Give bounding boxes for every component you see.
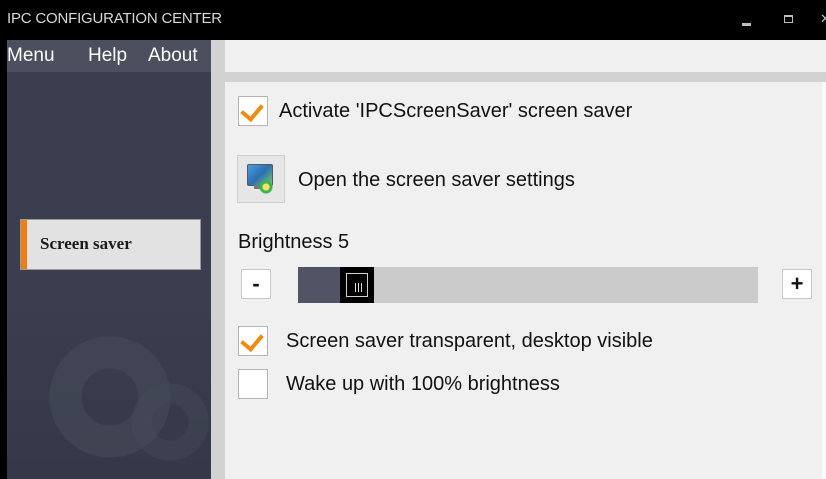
transparent-label: Screen saver transparent, desktop visibl…: [286, 330, 653, 352]
window-left-edge: [0, 40, 7, 479]
close-icon: ✕: [820, 11, 826, 26]
sidebar: [0, 72, 211, 479]
menu-item-help[interactable]: Help: [88, 45, 127, 67]
brightness-slider[interactable]: [298, 267, 758, 303]
panel-divider: [211, 40, 225, 479]
minimize-icon: [742, 23, 751, 26]
checkmark-icon: [240, 97, 264, 123]
close-button[interactable]: ✕: [818, 8, 826, 30]
open-settings-label[interactable]: Open the screen saver settings: [298, 169, 575, 192]
sidebar-item-screen-saver[interactable]: Screen saver: [20, 219, 201, 270]
transparent-checkbox[interactable]: [238, 326, 268, 356]
sidebar-item-label: Screen saver: [40, 234, 132, 253]
brightness-decrease-button[interactable]: -: [241, 269, 271, 299]
activate-screensaver-checkbox[interactable]: [238, 96, 268, 126]
menu-bar: Menu Help About: [0, 40, 211, 72]
wake-full-brightness-checkbox[interactable]: [238, 369, 268, 399]
window-title: IPC CONFIGURATION CENTER: [7, 10, 222, 27]
open-settings-button[interactable]: [237, 155, 285, 203]
maximize-icon: [784, 15, 793, 23]
content-top-border: [211, 72, 826, 82]
menu-item-about[interactable]: About: [148, 45, 198, 67]
gear-background-icon: [120, 372, 211, 472]
selected-indicator: [21, 220, 27, 269]
menu-item-menu[interactable]: Menu: [7, 45, 55, 67]
thumb-inner: [346, 273, 369, 297]
brightness-label: Brightness 5: [238, 231, 350, 253]
brightness-increase-button[interactable]: +: [782, 269, 812, 299]
brightness-slider-fill: [298, 267, 342, 303]
settings-sparkle: [258, 180, 274, 194]
title-bar: IPC CONFIGURATION CENTER ✕: [0, 0, 826, 40]
activate-screensaver-label: Activate 'IPCScreenSaver' screen saver: [279, 100, 633, 122]
brightness-slider-thumb[interactable]: [340, 267, 375, 303]
grip-icon: [355, 283, 363, 292]
maximize-button[interactable]: [782, 8, 796, 30]
minimize-button[interactable]: [740, 8, 754, 30]
checkmark-icon: [240, 327, 264, 353]
wake-full-brightness-label: Wake up with 100% brightness: [286, 373, 560, 395]
content-right-edge: [822, 82, 826, 479]
